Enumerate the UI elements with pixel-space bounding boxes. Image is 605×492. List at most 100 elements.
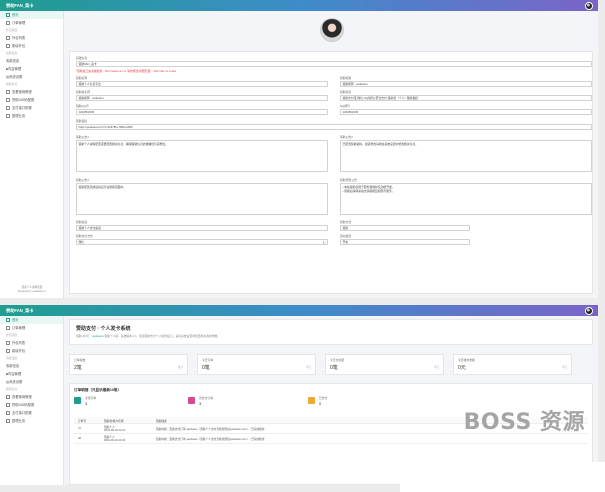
sidebar-group-label: 功能设置 xyxy=(6,356,18,360)
sidebar-item-home[interactable]: 首页 xyxy=(0,11,63,19)
nickname-input[interactable]: 赞助昵称 : yaobaotu xyxy=(76,95,328,101)
sidebar-group-label: 外包项目 xyxy=(6,28,18,32)
brand-title: 赞助FAN_菜卡 xyxy=(6,3,34,8)
top-bar: 赞助FAN_菜卡 xyxy=(0,305,598,316)
tags-input[interactable]: 赞助支付宝·微信·QQ钱包+聚合支付·赞助者（个人）·赞助发起 xyxy=(340,95,592,101)
channel-input[interactable]: 赞助个人支付渠道 xyxy=(76,225,328,231)
chevron-down-icon xyxy=(323,241,326,244)
pay-method-select[interactable]: 微信 xyxy=(76,239,328,245)
stat-card: 今日订单 0笔 今日 xyxy=(197,354,316,375)
home-icon xyxy=(6,318,10,322)
chart-icon xyxy=(74,397,81,404)
sidebar-item-settings[interactable]: ▥系统设置 xyxy=(0,378,63,386)
field-label: 赞助公告1 xyxy=(76,135,89,139)
tools-icon xyxy=(6,419,10,423)
list-icon xyxy=(6,326,10,330)
field-label: 赞助标题 xyxy=(340,76,352,80)
sidebar-item-payment[interactable]: 收款信息 xyxy=(0,362,63,370)
profile-page-screenshot: 赞助FAN_菜卡 首页 订单管理 外包项目 外包列表 新增外包 功能设置 收款信… xyxy=(0,0,598,298)
stat-card: 今日收款金额 0元 今日 xyxy=(453,354,572,375)
sidebar-group-label: 功能设置 xyxy=(6,51,18,55)
field-label: 基础信息 xyxy=(76,56,88,60)
field-label: 赞助者名称 xyxy=(76,90,90,94)
sidebar: 首页 订单管理 外包项目 外包列表 新增外包 功能设置 收款信息 ■内容管理 ▥… xyxy=(0,11,64,298)
user-avatar-icon[interactable] xyxy=(585,306,593,315)
sidebar-item-pay-api[interactable]: 支付接口配置 xyxy=(0,409,63,417)
sidebar-item-orders[interactable]: 订单管理 xyxy=(0,324,63,332)
money-icon xyxy=(308,397,315,404)
main-content: 赞助支付 · 个人发卡系统 赞助UID号：yaobaotu 赞助个人版 · 系统… xyxy=(66,316,598,485)
page-title: 赞助支付 · 个人发卡系统 xyxy=(76,326,131,332)
qr-icon xyxy=(6,98,10,102)
sidebar-item-add[interactable]: 新增外包 xyxy=(0,42,63,50)
user-avatar-icon[interactable] xyxy=(585,1,593,10)
field-label: 自动发货 xyxy=(340,234,352,238)
name-input[interactable]: 赞助FAN_菜卡 xyxy=(76,61,592,67)
sidebar-footer: 赞助个人资料配置 Powered by yaobaotu.cn xyxy=(17,286,47,293)
watermark-backdrop xyxy=(400,462,605,492)
main-content: 基础信息 赞助FAN_菜卡 *赞助接口由系统提供 - http://www.xx… xyxy=(66,11,598,298)
stat-card: 今日交易额 0笔 今日 xyxy=(325,354,444,375)
field-label: 赞助支付方式 xyxy=(76,234,93,238)
qq-input[interactable]: 1234562345 xyxy=(76,109,328,115)
sidebar-item-qr[interactable]: 赞助UID码配置 xyxy=(0,401,63,409)
field-label: 赞助公告2 xyxy=(340,135,353,139)
user-icon xyxy=(6,90,10,94)
profile-avatar[interactable] xyxy=(320,18,344,42)
orders-title: 订单明细（只显示最新10笔） xyxy=(74,388,122,392)
field-label: 赞助链接 xyxy=(76,119,88,123)
sidebar-item-tutorial[interactable]: 查看使用教程 xyxy=(0,393,63,401)
doc-icon xyxy=(6,36,10,40)
sidebar-item-list[interactable]: 外包列表 xyxy=(0,339,63,347)
field-label: 赞助方式 xyxy=(340,220,352,224)
sidebar-group-label: 其他信息 xyxy=(6,82,18,86)
user-icon xyxy=(6,395,10,399)
field-label: QQ群号 xyxy=(340,104,350,108)
sidebar-item-tools[interactable]: 整理业务 xyxy=(0,112,63,120)
field-label: 赞助公告3 xyxy=(76,178,89,182)
sidebar-item-settings[interactable]: ▥系统设置 xyxy=(0,73,63,81)
dashboard-header: 赞助支付 · 个人发卡系统 赞助UID号：yaobaotu 赞助个人版 · 系统… xyxy=(69,319,593,345)
field-label: 赞助名称 xyxy=(76,76,88,80)
sidebar-item-list[interactable]: 外包列表 xyxy=(0,34,63,42)
site-name-input[interactable]: 赞助个人信息平台 xyxy=(76,81,328,87)
brand-title: 赞助FAN_菜卡 xyxy=(6,308,34,313)
dashboard-page-screenshot: 赞助FAN_菜卡 首页 订单管理 外包项目 外包列表 新增外包 功能设置 收款信… xyxy=(0,305,598,485)
watermark-text: BOSS 资源 xyxy=(463,410,585,435)
notice-4-textarea[interactable]: • 本站赞助仅用于服务器维护及功能开发。 • 赞助后请联系站长获取相应权限与服务… xyxy=(340,183,592,215)
tools-icon xyxy=(6,114,10,118)
sidebar-item-qr[interactable]: 赞助UID码配置 xyxy=(0,96,63,104)
sidebar-item-content[interactable]: ■内容管理 xyxy=(0,370,63,378)
plus-icon xyxy=(6,349,10,353)
qr-icon xyxy=(6,403,10,407)
field-label: 赞助须知公告 xyxy=(340,178,357,182)
site-title-input[interactable]: 赞助昵称 : yaobaotu xyxy=(340,81,592,87)
warning-text: *赞助接口由系统提供 - http://www.xxx.xx 请勿修改(重要配置… xyxy=(76,69,177,73)
sidebar-item-content[interactable]: ■内容管理 xyxy=(0,65,63,73)
sidebar-group-label: 其他信息 xyxy=(6,387,18,391)
stat-card: 订单总数 2笔 总计 xyxy=(69,354,188,375)
pay-icon xyxy=(6,106,10,110)
method-input[interactable]: 赞助 xyxy=(340,225,470,231)
notice-3-textarea[interactable]: 赞助配置完成后将显示在赞助页面中。 xyxy=(76,183,328,215)
notice-1-textarea[interactable]: 赞助个人资料配置需要配置相关信息，确保赞助信息的准确性与完整性。 xyxy=(76,140,328,172)
field-label: 赞助标签 xyxy=(340,90,352,94)
sidebar-item-payment[interactable]: 收款信息 xyxy=(0,57,63,65)
qq-group-input[interactable]: 1234562345 xyxy=(340,109,592,115)
home-icon xyxy=(6,13,10,17)
pending-icon xyxy=(188,397,195,404)
doc-icon xyxy=(6,341,10,345)
sidebar-item-pay-api[interactable]: 支付接口配置 xyxy=(0,104,63,112)
profile-form-card: 基础信息 赞助FAN_菜卡 *赞助接口由系统提供 - http://www.xx… xyxy=(69,51,593,294)
notice-2-textarea[interactable]: 已配置赞助资料，如需修改请前往系统设置中修改相关信息。 xyxy=(340,140,592,172)
sidebar-item-tools[interactable]: 整理业务 xyxy=(0,417,63,425)
sidebar-item-orders[interactable]: 订单管理 xyxy=(0,19,63,27)
sidebar-item-home[interactable]: 首页 xyxy=(0,316,63,324)
auto-ship-select[interactable]: 开启 xyxy=(340,239,470,245)
url-input[interactable]: https://yaobaotu.cn/?c=123780+7863+2456 xyxy=(76,124,592,130)
sidebar-item-add[interactable]: 新增外包 xyxy=(0,347,63,355)
sidebar-item-tutorial[interactable]: 查看使用教程 xyxy=(0,88,63,96)
top-bar: 赞助FAN_菜卡 xyxy=(0,0,598,11)
list-icon xyxy=(6,21,10,25)
sidebar: 首页 订单管理 外包项目 外包列表 新增外包 功能设置 收款信息 ■内容管理 ▥… xyxy=(0,316,64,485)
